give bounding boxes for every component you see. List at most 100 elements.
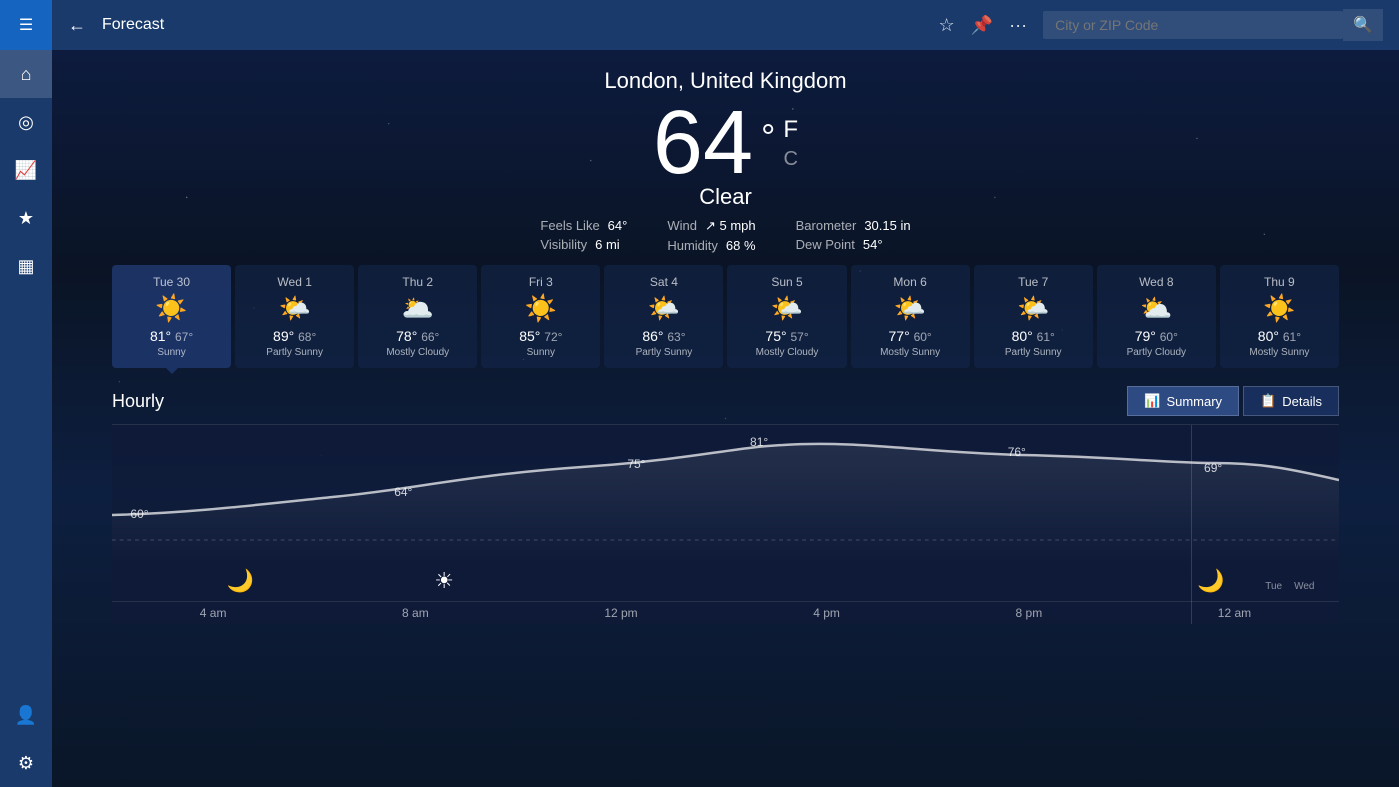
day-hi-4: 86° [642,328,663,344]
forecast-day-2[interactable]: Thu 2 🌥️ 78° 66° Mostly Cloudy [358,265,477,368]
time-label-12am: 12 am [1218,606,1251,620]
humidity-value: 68 % [726,238,756,253]
day-name-7: Tue 7 [982,275,1085,289]
humidity-detail: Humidity 68 % [667,238,755,253]
charts-icon: 📈 [15,160,37,181]
day-lo-8: 60° [1160,330,1178,344]
humidity-label: Humidity [667,238,718,253]
day-hi-0: 81° [150,328,171,344]
day-temps-8: 79° 60° [1105,328,1208,344]
summary-chart-icon: 📊 [1144,393,1160,409]
day-icon-8: ⛅ [1105,293,1208,324]
forecast-day-5[interactable]: Sun 5 🌤️ 75° 57° Mostly Cloudy [727,265,846,368]
sidebar-item-grid[interactable]: ▦ [0,242,52,290]
profile-icon: 👤 [15,705,37,726]
day-icon-5: 🌤️ [735,293,838,324]
day-condition-9: Mostly Sunny [1228,347,1331,358]
day-lo-6: 60° [914,330,932,344]
forecast-day-4[interactable]: Sat 4 🌤️ 86° 63° Partly Sunny [604,265,723,368]
forecast-day-0[interactable]: Tue 30 ☀️ 81° 67° Sunny [112,265,231,368]
day-lo-2: 66° [421,330,439,344]
day-name-0: Tue 30 [120,275,223,289]
day-hi-1: 89° [273,328,294,344]
search-input[interactable] [1043,11,1343,39]
day-icon-0: ☀️ [120,293,223,324]
forecast-day-3[interactable]: Fri 3 ☀️ 85° 72° Sunny [481,265,600,368]
radar-icon: ◎ [18,112,34,133]
more-button[interactable]: ··· [1009,15,1027,36]
forecast-day-6[interactable]: Mon 6 🌤️ 77° 60° Mostly Sunny [851,265,970,368]
day-temps-0: 81° 67° [120,328,223,344]
temperature-row: 64 ° F C [52,98,1399,188]
main-area: ← Forecast ☆ 📌 ··· 🔍 London, United King… [52,0,1399,787]
sidebar-item-charts[interactable]: 📈 [0,146,52,194]
chart-temp-76: 76° [1008,445,1026,459]
detail-group-left: Feels Like 64° Visibility 6 mi [540,218,627,253]
city-name: London, United Kingdom [52,68,1399,94]
topbar: ← Forecast ☆ 📌 ··· 🔍 [52,0,1399,50]
celsius-unit[interactable]: C [783,148,798,171]
day-hi-6: 77° [889,328,910,344]
day-name-8: Wed 8 [1105,275,1208,289]
chart-icon-moon2: 🌙 [1197,568,1224,594]
tue-wed-divider: Tue Wed [1265,581,1314,592]
feels-like-value: 64° [608,218,628,233]
time-label-4am: 4 am [200,606,227,620]
day-temps-3: 85° 72° [489,328,592,344]
forecast-day-9[interactable]: Thu 9 ☀️ 80° 61° Mostly Sunny [1220,265,1339,368]
dew-point-value: 54° [863,237,883,252]
chart-temp-75: 75° [627,457,645,471]
chart-temp-64: 64° [394,485,412,499]
fahrenheit-unit[interactable]: F [783,116,798,144]
barometer-label: Barometer [796,218,857,233]
details-tab[interactable]: 📋 Details [1243,386,1339,416]
chart-icons-row: 🌙 ☀ · · · 🌙 [112,568,1339,594]
hourly-tabs: 📊 Summary 📋 Details [1127,386,1339,416]
day-hi-8: 79° [1135,328,1156,344]
grid-icon: ▦ [17,256,34,277]
day-name-1: Wed 1 [243,275,346,289]
sidebar-item-radar[interactable]: ◎ [0,98,52,146]
forecast-day-8[interactable]: Wed 8 ⛅ 79° 60° Partly Cloudy [1097,265,1216,368]
sidebar-item-home[interactable]: ⌂ [0,50,52,98]
sidebar-menu-button[interactable]: ☰ [0,0,52,50]
day-hi-7: 80° [1012,328,1033,344]
visibility-detail: Visibility 6 mi [540,237,627,252]
barometer-value: 30.15 in [864,218,910,233]
favorite-button[interactable]: ☆ [939,15,955,36]
dew-point-detail: Dew Point 54° [796,237,911,252]
degree-symbol: ° [761,116,775,158]
pin-button[interactable]: 📌 [971,15,993,36]
current-temperature: 64 [653,98,753,188]
day-name-4: Sat 4 [612,275,715,289]
time-label-8am: 8 am [402,606,429,620]
day-icon-4: 🌤️ [612,293,715,324]
day-condition-3: Sunny [489,347,592,358]
day-hi-5: 75° [765,328,786,344]
summary-tab[interactable]: 📊 Summary [1127,386,1239,416]
time-label-4pm: 4 pm [813,606,840,620]
chart-time-row: 4 am 8 am 12 pm 4 pm 8 pm 12 am [112,601,1339,624]
day-lo-3: 72° [544,330,562,344]
day-name-5: Sun 5 [735,275,838,289]
search-wrapper: 🔍 [1043,9,1383,41]
hourly-chart: 60° 64° 75° 81° 76° 69° 🌙 ☀ · · · 🌙 Tue [112,424,1339,624]
sidebar-item-favorites[interactable]: ★ [0,194,52,242]
feels-like-detail: Feels Like 64° [540,218,627,233]
chart-temp-60: 60° [130,507,148,521]
search-button[interactable]: 🔍 [1343,9,1383,41]
wed-label: Wed [1294,581,1314,592]
day-divider-line [1191,425,1192,624]
detail-group-right: Barometer 30.15 in Dew Point 54° [796,218,911,253]
chart-temp-81: 81° [750,435,768,449]
content-area: London, United Kingdom 64 ° F C Clear Fe… [52,50,1399,787]
day-temps-2: 78° 66° [366,328,469,344]
wind-detail: Wind ↗ 5 mph [667,218,755,234]
day-temps-9: 80° 61° [1228,328,1331,344]
sidebar-item-settings[interactable]: ⚙ [0,739,52,787]
back-button[interactable]: ← [68,15,86,36]
day-name-2: Thu 2 [366,275,469,289]
sidebar-item-profile[interactable]: 👤 [0,691,52,739]
forecast-day-1[interactable]: Wed 1 🌤️ 89° 68° Partly Sunny [235,265,354,368]
forecast-day-7[interactable]: Tue 7 🌤️ 80° 61° Partly Sunny [974,265,1093,368]
